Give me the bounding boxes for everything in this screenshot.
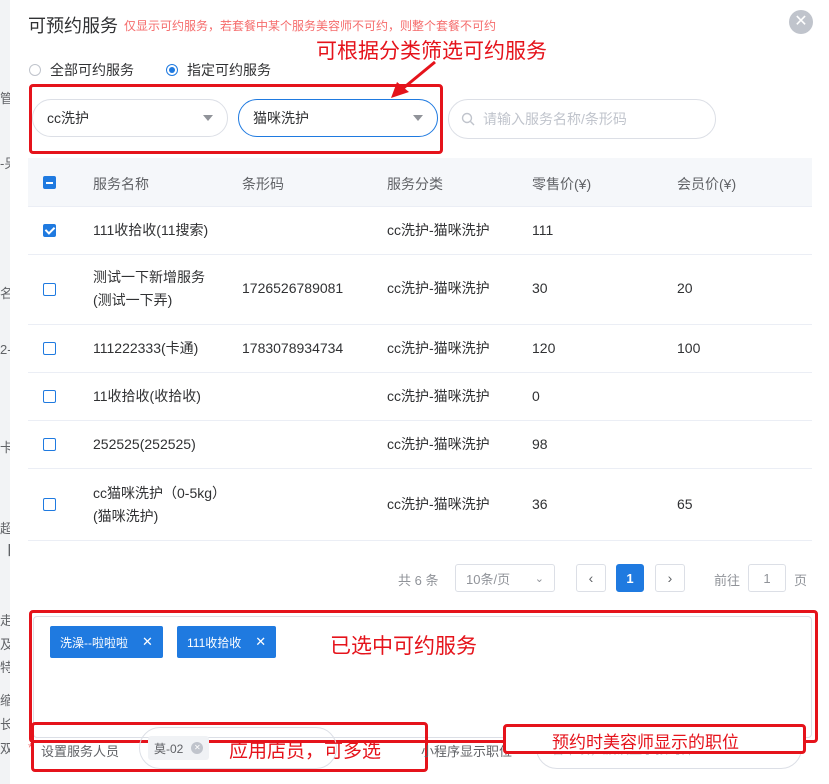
tag-label: 洗澡--啦啦啦 [60, 635, 128, 650]
cell-barcode: 1783078934734 [242, 340, 344, 356]
cell-service-name: 111222333(卡通) [93, 340, 199, 356]
chevron-down-icon [413, 115, 423, 121]
header-barcode: 条形码 [242, 176, 284, 192]
bg-fragment: 【 [0, 540, 10, 559]
close-icon[interactable]: ✕ [789, 10, 813, 34]
cell-retail-price: 30 [532, 280, 548, 296]
annotation-staff-note: 应用店员，可多选 [229, 741, 382, 762]
row-checkbox[interactable] [43, 342, 56, 355]
header-category: 服务分类 [387, 176, 443, 192]
cell-barcode: 1726526789081 [242, 280, 344, 296]
cell-retail-price: 120 [532, 340, 556, 356]
table-row[interactable]: 111收拾收(11搜索) cc洗护-猫咪洗护 111 [28, 207, 812, 255]
category-select[interactable]: cc洗护 [32, 99, 228, 137]
search-placeholder: 请输入服务名称/条形码 [483, 111, 627, 127]
cell-service-name: 测试一下新增服务(测试一下弄) [93, 269, 205, 308]
annotation-selected-note: 已选中可约服务 [330, 635, 477, 658]
dialog-subtitle: 仅显示可约服务，若套餐中某个服务美容师不可约，则整个套餐不可约 [124, 19, 497, 33]
subcategory-select[interactable]: 猫咪洗护 [238, 99, 438, 137]
bg-fragment: 超 [0, 521, 10, 536]
row-checkbox[interactable] [43, 498, 56, 511]
cell-retail-price: 36 [532, 496, 548, 512]
select-all-checkbox[interactable] [43, 176, 56, 189]
radio-specified-label: 指定可约服务 [187, 62, 271, 78]
prev-page-button[interactable]: ‹ [576, 564, 606, 592]
cell-service-name: 252525(252525) [93, 436, 196, 452]
chevron-down-icon: ⌄ [534, 572, 544, 585]
pagination-total: 共 6 条 [398, 573, 439, 588]
cell-category: cc洗护-猫咪洗护 [387, 436, 490, 452]
radio-selected-icon [166, 64, 178, 76]
radio-all-label: 全部可约服务 [50, 62, 134, 78]
cell-service-name: cc猫咪洗护（0-5kg）(猫咪洗护) [93, 485, 220, 524]
cell-service-name: 111收拾收(11搜索) [93, 222, 209, 238]
cell-category: cc洗护-猫咪洗护 [387, 388, 490, 404]
row-checkbox[interactable] [43, 224, 56, 237]
header-service-name: 服务名称 [93, 176, 149, 192]
radio-circle-icon [29, 64, 41, 76]
table-row[interactable]: cc猫咪洗护（0-5kg）(猫咪洗护) cc洗护-猫咪洗护 36 65 [28, 469, 812, 541]
search-input[interactable]: 请输入服务名称/条形码 [448, 99, 716, 139]
table-header: 服务名称 条形码 服务分类 零售价(¥) 会员价(¥) [28, 158, 812, 207]
page-size-select[interactable]: 10条/页 ⌄ [455, 564, 555, 592]
tag-label: 111收拾收 [187, 635, 242, 650]
page-suffix-label: 页 [794, 573, 808, 588]
table-row[interactable]: 11收拾收(收拾收) cc洗护-猫咪洗护 0 [28, 373, 812, 421]
goto-page-input[interactable]: 1 [748, 564, 786, 592]
bg-fragment: 管 [0, 91, 10, 106]
cell-member-price: 65 [677, 496, 693, 512]
chevron-right-icon: › [667, 570, 673, 586]
cell-retail-price: 111 [532, 222, 554, 238]
search-icon [461, 112, 475, 126]
cell-retail-price: 98 [532, 436, 548, 452]
row-checkbox[interactable] [43, 283, 56, 296]
table-row[interactable]: 252525(252525) cc洗护-猫咪洗护 98 [28, 421, 812, 469]
bg-fragment: 长 [0, 717, 10, 732]
bg-fragment: 名 [0, 286, 10, 301]
selected-service-tag: 111收拾收 ✕ [177, 626, 277, 658]
page-number-button[interactable]: 1 [616, 564, 644, 592]
header-retail-price: 零售价(¥) [532, 176, 592, 192]
annotation-position-note: 预约时美容师显示的职位 [552, 733, 739, 752]
page-size-value: 10条/页 [466, 571, 511, 587]
chevron-down-icon [203, 115, 213, 121]
cell-member-price: 100 [677, 340, 701, 356]
radio-all-services[interactable]: 全部可约服务 [29, 60, 134, 80]
dialog-title: 可预约服务 [28, 16, 118, 36]
chevron-left-icon: ‹ [588, 570, 594, 586]
bg-fragment: -另 [0, 156, 10, 171]
table-row[interactable]: 111222333(卡通) 1783078934734 cc洗护-猫咪洗护 12… [28, 325, 812, 373]
table-row[interactable]: 测试一下新增服务(测试一下弄) 1726526789081 cc洗护-猫咪洗护 … [28, 255, 812, 325]
bg-fragment: 卡 [0, 440, 10, 455]
bg-fragment: 2- [0, 342, 10, 357]
next-page-button[interactable]: › [655, 564, 685, 592]
cell-category: cc洗护-猫咪洗护 [387, 222, 490, 238]
position-label: 小程序显示职位 [421, 744, 513, 759]
subcategory-select-value: 猫咪洗护 [253, 110, 309, 126]
category-select-value: cc洗护 [47, 110, 89, 126]
cell-service-name: 11收拾收(收拾收) [93, 388, 201, 404]
cell-category: cc洗护-猫咪洗护 [387, 280, 490, 296]
close-icon[interactable]: ✕ [255, 634, 266, 650]
bg-fragment: 特 [0, 660, 10, 675]
radio-specified-services[interactable]: 指定可约服务 [166, 60, 271, 80]
row-checkbox[interactable] [43, 390, 56, 403]
bg-fragment: 走 [0, 613, 10, 628]
cell-category: cc洗护-猫咪洗护 [387, 340, 490, 356]
row-checkbox[interactable] [43, 438, 56, 451]
cell-member-price: 20 [677, 280, 693, 296]
cell-retail-price: 0 [532, 388, 540, 404]
close-icon[interactable]: ✕ [142, 634, 153, 650]
header-member-price: 会员价(¥) [677, 176, 737, 192]
bg-fragment: 缩 [0, 693, 10, 708]
bg-fragment: 及 [0, 637, 10, 652]
goto-label: 前往 [714, 573, 741, 588]
bg-fragment: 双 [0, 741, 10, 756]
cell-category: cc洗护-猫咪洗护 [387, 496, 490, 512]
selected-service-tag: 洗澡--啦啦啦 ✕ [50, 626, 163, 658]
